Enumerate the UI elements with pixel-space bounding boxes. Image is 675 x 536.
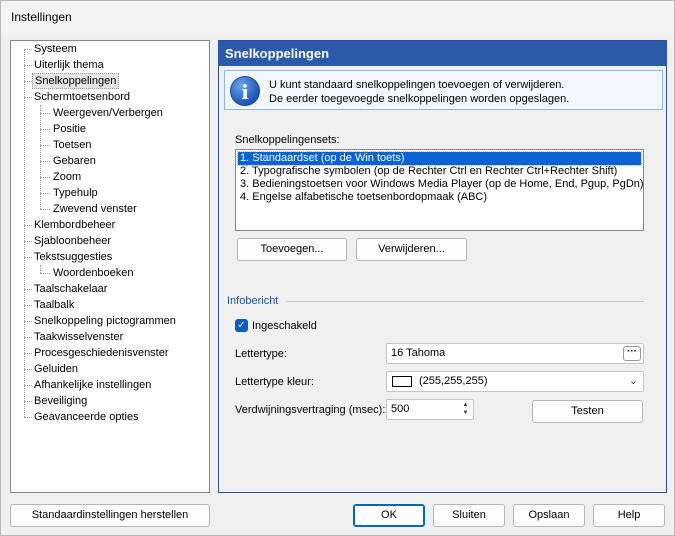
info-text-line2: De eerder toegevoegde snelkoppelingen wo… bbox=[269, 93, 570, 105]
tree-connector bbox=[24, 385, 32, 386]
tree-connector bbox=[24, 225, 32, 226]
tree-connector bbox=[24, 289, 32, 290]
tree-item-uiterlijk-thema[interactable]: Uiterlijk thema bbox=[32, 57, 106, 73]
info-text-line1: U kunt standaard snelkoppelingen toevoeg… bbox=[269, 79, 565, 91]
tree-connector bbox=[24, 241, 32, 242]
title-bar: Instellingen bbox=[1, 1, 674, 33]
font-color-dropdown[interactable]: (255,255,255) ⌄ bbox=[386, 371, 644, 392]
list-item[interactable]: 3. Bedieningstoetsen voor Windows Media … bbox=[238, 178, 644, 191]
spinner-arrows-icon[interactable]: ▲ ▼ bbox=[459, 401, 472, 418]
font-color-value: (255,255,255) bbox=[419, 375, 488, 387]
delay-value: 500 bbox=[391, 403, 410, 415]
tree-connector bbox=[40, 161, 50, 162]
tree-item-toetsen[interactable]: Toetsen bbox=[51, 137, 94, 153]
panel-title: Snelkoppelingen bbox=[219, 41, 666, 66]
tree-connector bbox=[24, 65, 32, 66]
spin-down-icon[interactable]: ▼ bbox=[459, 409, 472, 417]
tree-connector bbox=[24, 81, 32, 82]
tree-connector bbox=[24, 305, 32, 306]
enabled-checkbox[interactable]: ✓ bbox=[235, 319, 248, 332]
delay-label: Verdwijningsvertraging (msec): bbox=[235, 404, 386, 416]
shortcut-sets-label: Snelkoppelingensets: bbox=[235, 134, 340, 146]
spin-up-icon[interactable]: ▲ bbox=[459, 401, 472, 409]
tree-connector bbox=[24, 401, 32, 402]
tree-item-taakwisselvenster[interactable]: Taakwisselvenster bbox=[32, 329, 125, 345]
tree-connector bbox=[40, 209, 50, 210]
enabled-label: Ingeschakeld bbox=[252, 320, 317, 332]
chevron-down-icon: ⌄ bbox=[628, 375, 638, 387]
ellipsis-icon[interactable]: ··· bbox=[623, 346, 641, 361]
tree-item-sjabloonbeheer[interactable]: Sjabloonbeheer bbox=[32, 233, 113, 249]
color-swatch bbox=[392, 376, 412, 387]
tree-connector bbox=[24, 97, 32, 98]
tree-item-taalbalk[interactable]: Taalbalk bbox=[32, 297, 76, 313]
tree-item-zwevend-venster[interactable]: Zwevend venster bbox=[51, 201, 139, 217]
settings-window: Instellingen Systeem Uiterlijk thema Sne… bbox=[0, 0, 675, 536]
tree-item-snelkoppeling-pictogrammen[interactable]: Snelkoppeling pictogrammen bbox=[32, 313, 178, 329]
tree-connector bbox=[40, 129, 50, 130]
shortcuts-panel: Snelkoppelingen i U kunt standaard snelk… bbox=[218, 40, 667, 493]
tree-connector bbox=[24, 417, 32, 418]
tree-connector bbox=[40, 113, 50, 114]
font-label: Lettertype: bbox=[235, 348, 287, 360]
tree-connector bbox=[40, 193, 50, 194]
tree-connector bbox=[40, 177, 50, 178]
test-button[interactable]: Testen bbox=[532, 400, 643, 423]
tree-connector bbox=[24, 321, 32, 322]
tree-item-geavanceerde-opties[interactable]: Geavanceerde opties bbox=[32, 409, 141, 425]
list-item[interactable]: 1. Standaardset (op de Win toets) bbox=[237, 151, 642, 166]
font-color-label: Lettertype kleur: bbox=[235, 376, 314, 388]
tree-item-geluiden[interactable]: Geluiden bbox=[32, 361, 80, 377]
help-button[interactable]: Help bbox=[593, 504, 665, 527]
window-title: Instellingen bbox=[11, 10, 72, 24]
shortcut-sets-list[interactable]: 1. Standaardset (op de Win toets) 2. Typ… bbox=[235, 149, 644, 231]
font-field[interactable]: 16 Tahoma ··· bbox=[386, 343, 644, 364]
tree-item-zoom[interactable]: Zoom bbox=[51, 169, 83, 185]
tree-item-snelkoppelingen[interactable]: Snelkoppelingen bbox=[32, 73, 120, 89]
tree-connector bbox=[40, 273, 50, 274]
tree-item-gebaren[interactable]: Gebaren bbox=[51, 153, 98, 169]
tree-connector bbox=[24, 49, 25, 417]
tree-connector bbox=[24, 369, 32, 370]
delay-input[interactable]: 500 ▲ ▼ bbox=[386, 399, 474, 420]
tree-item-beveiliging[interactable]: Beveiliging bbox=[32, 393, 89, 409]
save-button[interactable]: Opslaan bbox=[513, 504, 585, 527]
tree-item-typehulp[interactable]: Typehulp bbox=[51, 185, 100, 201]
tree-item-schermtoetsenbord[interactable]: Schermtoetsenbord bbox=[32, 89, 132, 105]
tree-connector bbox=[24, 337, 32, 338]
tree-connector bbox=[24, 49, 32, 50]
tree-connector bbox=[40, 265, 41, 273]
tree-item-klembordbeheer[interactable]: Klembordbeheer bbox=[32, 217, 117, 233]
reset-defaults-button[interactable]: Standaardinstellingen herstellen bbox=[10, 504, 210, 527]
ok-button[interactable]: OK bbox=[353, 504, 425, 527]
tree-item-afhankelijke-instellingen[interactable]: Afhankelijke instellingen bbox=[32, 377, 153, 393]
tree-item-weergeven-verbergen[interactable]: Weergeven/Verbergen bbox=[51, 105, 165, 121]
remove-button[interactable]: Verwijderen... bbox=[356, 238, 467, 261]
tree-item-taalschakelaar[interactable]: Taalschakelaar bbox=[32, 281, 109, 297]
tree-connector bbox=[24, 257, 32, 258]
info-box: i U kunt standaard snelkoppelingen toevo… bbox=[224, 70, 663, 110]
tree-item-procesgeschiedenisvenster[interactable]: Procesgeschiedenisvenster bbox=[32, 345, 171, 361]
checkmark-icon: ✓ bbox=[237, 320, 246, 331]
add-button[interactable]: Toevoegen... bbox=[237, 238, 347, 261]
list-item[interactable]: 2. Typografische symbolen (op de Rechter… bbox=[238, 165, 641, 178]
group-divider bbox=[286, 301, 644, 302]
info-icon: i bbox=[230, 76, 260, 106]
list-item[interactable]: 4. Engelse alfabetische toetsenbordopmaa… bbox=[238, 191, 641, 204]
settings-tree[interactable]: Systeem Uiterlijk thema Snelkoppelingen … bbox=[10, 40, 210, 493]
tree-item-woordenboeken[interactable]: Woordenboeken bbox=[51, 265, 136, 281]
tree-connector bbox=[40, 145, 50, 146]
tree-item-tekstsuggesties[interactable]: Tekstsuggesties bbox=[32, 249, 114, 265]
infobericht-group-title: Infobericht bbox=[227, 295, 279, 307]
tree-connector bbox=[24, 353, 32, 354]
close-button[interactable]: Sluiten bbox=[433, 504, 505, 527]
tree-item-systeem[interactable]: Systeem bbox=[32, 41, 79, 57]
font-value: 16 Tahoma bbox=[391, 347, 446, 359]
tree-item-positie[interactable]: Positie bbox=[51, 121, 88, 137]
